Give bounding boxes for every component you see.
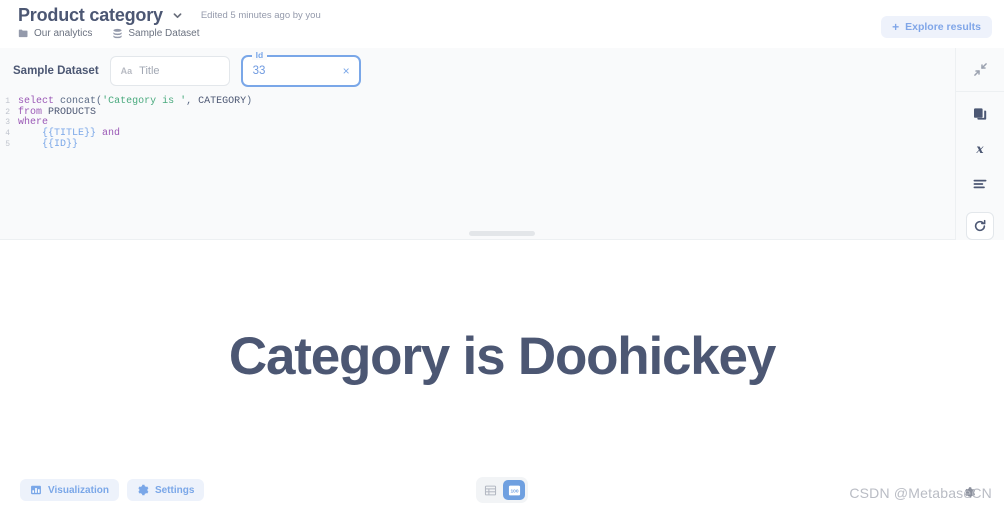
metabase-query-page: Product category Edited 5 minutes ago by… [0, 0, 1004, 509]
visualization-result: Category is Doohickey [0, 240, 1004, 472]
plus-icon: + [892, 20, 900, 34]
settings-button[interactable]: Settings [126, 479, 205, 501]
svg-text:100: 100 [510, 488, 518, 494]
editor-sidebar-top [955, 48, 1004, 93]
view-toggle-group: 100 [476, 477, 528, 503]
page-footer: Visualization Settings 100 CSDN @Metabas… [0, 472, 1004, 509]
variables-icon[interactable]: x [970, 139, 990, 159]
parameter-id-value: 33 [252, 64, 266, 77]
code-line: 2 from PRODUCTS [0, 106, 955, 119]
code-token: {{TITLE}} [42, 128, 97, 140]
code-token: where [18, 117, 49, 129]
visualization-label: Visualization [48, 484, 109, 496]
text-type-icon: Aa [120, 65, 133, 76]
svg-text:x: x [975, 142, 984, 156]
code-token: , [186, 96, 199, 107]
explore-results-label: Explore results [905, 21, 981, 33]
line-number: 4 [5, 129, 10, 139]
folder-icon [18, 28, 29, 39]
collapse-arrows-icon[interactable] [970, 60, 990, 80]
code-token: select [18, 96, 55, 107]
parameter-bar: Sample Dataset Aa Title Id 33 × [0, 48, 955, 93]
page-title: Product category [18, 5, 163, 25]
database-icon [112, 28, 123, 39]
format-query-icon[interactable] [970, 174, 990, 194]
sql-editor[interactable]: 1 select concat('Category is ', CATEGORY)… [0, 93, 955, 233]
dataset-label: Sample Dataset [13, 64, 99, 77]
code-token: ) [246, 96, 253, 107]
parameter-id-label: Id [251, 49, 268, 60]
visualization-button[interactable]: Visualization [20, 479, 119, 501]
page-header: Product category Edited 5 minutes ago by… [0, 0, 1004, 48]
line-number: 2 [5, 107, 10, 117]
line-number: 1 [5, 97, 10, 106]
gear-icon [137, 484, 149, 496]
title-row: Product category Edited 5 minutes ago by… [18, 5, 321, 26]
clear-icon[interactable]: × [343, 65, 350, 77]
code-token: CATEGORY [198, 96, 247, 107]
parameter-title-placeholder: Title [139, 64, 160, 77]
resize-handle[interactable] [469, 231, 535, 236]
line-number: 5 [5, 139, 10, 149]
scalar-view-icon[interactable]: 100 [503, 480, 525, 500]
code-token: concat [60, 96, 97, 107]
breadcrumb-label: Our analytics [34, 28, 93, 39]
breadcrumb-label: Sample Dataset [128, 28, 200, 39]
breadcrumb-item-sample-dataset[interactable]: Sample Dataset [112, 28, 200, 39]
code-line: 3 where [0, 118, 955, 129]
code-token: and [102, 128, 121, 140]
code-text[interactable]: {{ID}} [18, 138, 79, 151]
scalar-result-value: Category is Doohickey [228, 326, 776, 386]
code-token: PRODUCTS [48, 106, 97, 118]
editor-sidebar: x [955, 48, 1004, 240]
chevron-down-icon[interactable] [171, 9, 185, 23]
code-line: 5 {{ID}} [0, 138, 955, 151]
query-editor-panel: Sample Dataset Aa Title Id 33 × 1 select … [0, 48, 1004, 240]
edited-info: Edited 5 minutes ago by you [200, 10, 321, 21]
settings-label: Settings [154, 484, 195, 496]
breadcrumb-item-our-analytics[interactable]: Our analytics [18, 28, 92, 39]
code-line: 1 select concat('Category is ', CATEGORY) [0, 96, 955, 108]
editor-tool-icons: x [970, 92, 990, 194]
line-number: 3 [5, 118, 10, 128]
explore-results-button[interactable]: + Explore results [881, 16, 992, 38]
data-reference-icon[interactable] [970, 104, 990, 124]
footer-actions: Visualization Settings [20, 479, 205, 501]
footer-gear-icon[interactable] [962, 485, 976, 499]
parameter-widget-title[interactable]: Aa Title [109, 55, 230, 86]
code-token: 'Category is ' [102, 96, 187, 107]
table-view-icon[interactable] [479, 480, 501, 500]
code-token: {{ID}} [42, 138, 79, 150]
breadcrumb: Our analytics Sample Dataset [18, 28, 200, 39]
refresh-run-button[interactable] [966, 212, 994, 240]
code-line: 4 {{TITLE}} and [0, 128, 955, 140]
parameter-widget-id[interactable]: Id 33 × [240, 49, 361, 87]
chart-icon [30, 484, 42, 496]
